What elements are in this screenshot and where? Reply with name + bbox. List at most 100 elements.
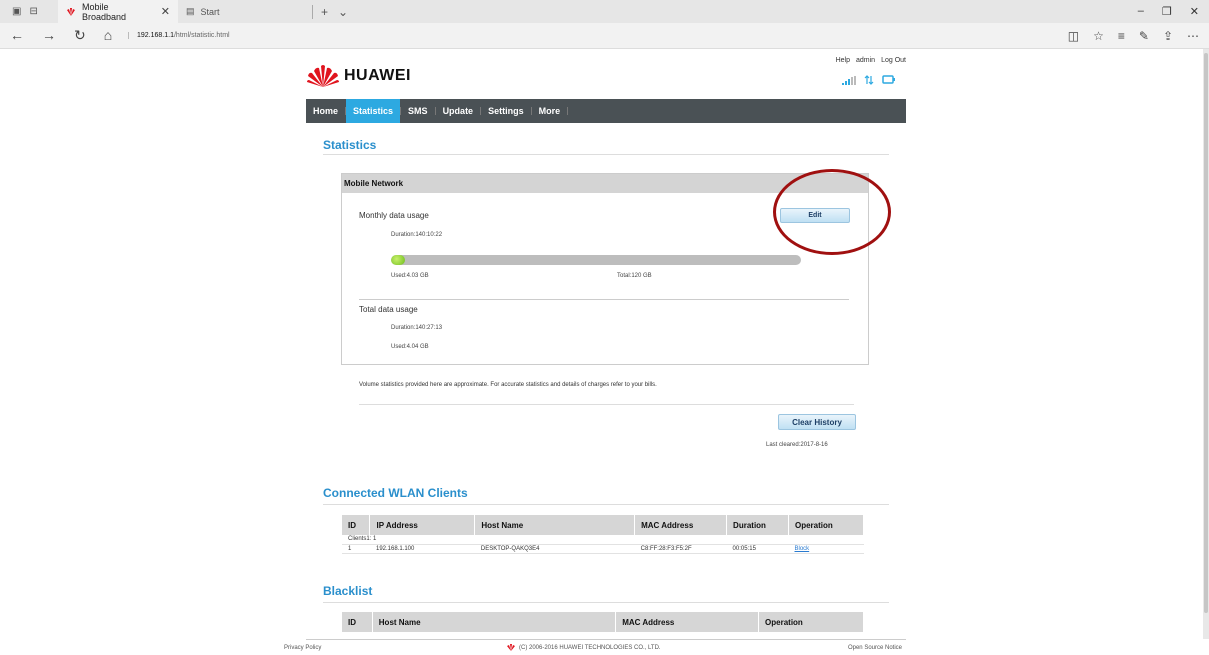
status-icons xyxy=(842,75,896,85)
pen-icon[interactable]: ✎ xyxy=(1139,29,1149,43)
start-page-icon: ▤ xyxy=(186,6,195,16)
col-mac-address: MAC Address xyxy=(615,612,760,632)
page-scrollbar[interactable] xyxy=(1203,49,1209,639)
share-icon[interactable]: ⇪ xyxy=(1163,29,1173,43)
progress-fill xyxy=(391,255,405,265)
divider xyxy=(359,404,854,405)
window-controls: – ❐ ✕ xyxy=(1138,5,1209,18)
cell-mac: C8:FF:28:F3:F5:2F xyxy=(634,544,727,554)
nav-buttons: ← → ↻ ⌂ xyxy=(0,27,128,44)
home-icon[interactable]: ⌂ xyxy=(104,27,112,44)
col-host-name: Host Name xyxy=(372,612,617,632)
monthly-used: Used:4.03 GB xyxy=(391,273,429,279)
col-mac-address: MAC Address xyxy=(634,515,728,535)
divider xyxy=(323,602,889,603)
col-operation: Operation xyxy=(788,515,864,535)
connected-device-icon xyxy=(882,75,895,84)
logout-link[interactable]: Log Out xyxy=(881,57,906,64)
cell-id: 1 xyxy=(342,544,370,554)
copyright-text: (C) 2006-2016 HUAWEI TECHNOLOGIES CO., L… xyxy=(519,644,661,651)
open-source-notice-link[interactable]: Open Source Notice xyxy=(848,645,902,651)
blacklist-table: ID Host Name MAC Address Operation xyxy=(342,612,864,632)
nav-more[interactable]: More xyxy=(532,99,568,123)
monthly-usage-label: Monthly data usage xyxy=(359,211,429,220)
signal-strength-icon xyxy=(842,76,856,85)
highlight-circle xyxy=(773,169,891,255)
monthly-usage-progress xyxy=(391,255,801,265)
total-duration: Duration:140:27:13 xyxy=(391,325,443,331)
data-transfer-icon xyxy=(864,75,874,85)
blacklist-title: Blacklist xyxy=(323,584,373,598)
nav-settings[interactable]: Settings xyxy=(481,99,531,123)
page-title: Statistics xyxy=(323,138,377,152)
huawei-logo-icon xyxy=(307,65,339,87)
total-used: Used:4.04 GB xyxy=(391,344,429,350)
chevron-down-icon[interactable]: ⌄ xyxy=(338,5,348,19)
last-cleared: Last cleared:2017-8-16 xyxy=(766,442,828,448)
divider xyxy=(323,504,889,505)
cell-duration: 00:05:15 xyxy=(726,544,789,554)
cell-ip: 192.168.1.100 xyxy=(369,544,475,554)
more-icon[interactable]: ⋯ xyxy=(1187,29,1199,43)
refresh-icon[interactable]: ↻ xyxy=(74,27,86,44)
url-host: 192.168.1.1 xyxy=(137,32,174,39)
admin-label: admin xyxy=(856,57,876,64)
total-usage-label: Total data usage xyxy=(359,305,418,314)
url-field[interactable]: 192.168.1.1/html/statistic.html xyxy=(128,32,230,39)
hub-icon[interactable]: ≡ xyxy=(1118,29,1125,43)
tab-list-icon[interactable]: ▣ xyxy=(12,6,21,17)
browser-tab-bar: ▣ ⊟ Mobile Broadband ✕ ▤ Start + ⌄ – ❐ ✕ xyxy=(0,0,1209,23)
wlan-clients-title: Connected WLAN Clients xyxy=(323,486,468,500)
back-arrow-icon[interactable]: ← xyxy=(10,27,24,44)
page-footer: Privacy Policy (C) 2006-2016 HUAWEI TECH… xyxy=(284,639,906,655)
tab-actions: ▣ ⊟ xyxy=(0,6,58,17)
huawei-small-logo-icon xyxy=(507,644,515,651)
tab-label: Mobile Broadband xyxy=(81,1,127,22)
header-links: Help admin Log Out xyxy=(836,57,906,64)
address-bar: ← → ↻ ⌂ 192.168.1.1/html/statistic.html … xyxy=(0,23,1209,49)
table-row: 1 192.168.1.100 DESKTOP-QAKQ3E4 C8:FF:28… xyxy=(342,544,864,554)
tab-start[interactable]: ▤ Start xyxy=(178,0,298,23)
divider xyxy=(323,154,889,155)
col-ip-address: IP Address xyxy=(369,515,476,535)
copyright: (C) 2006-2016 HUAWEI TECHNOLOGIES CO., L… xyxy=(506,644,661,651)
new-tab-controls: + ⌄ xyxy=(312,4,348,19)
clear-history-button[interactable]: Clear History xyxy=(778,414,856,430)
privacy-policy-link[interactable]: Privacy Policy xyxy=(284,645,321,651)
brand-name: HUAWEI xyxy=(344,67,411,84)
tab-mobile-broadband[interactable]: Mobile Broadband ✕ xyxy=(58,0,178,23)
favorite-star-icon[interactable]: ☆ xyxy=(1093,29,1104,43)
nav-separator xyxy=(567,107,569,115)
volume-note: Volume statistics provided here are appr… xyxy=(359,382,657,388)
monthly-duration: Duration:140:10:22 xyxy=(391,232,443,238)
restore-icon[interactable]: ❐ xyxy=(1162,5,1172,18)
forward-arrow-icon[interactable]: → xyxy=(42,27,56,44)
main-nav: Home Statistics SMS Update Settings More xyxy=(306,99,906,123)
block-link[interactable]: Block xyxy=(788,544,864,554)
url-path: /html/statistic.html xyxy=(173,32,230,39)
nav-sms[interactable]: SMS xyxy=(401,99,435,123)
new-tab-icon[interactable]: + xyxy=(321,5,328,19)
cell-host: DESKTOP-QAKQ3E4 xyxy=(474,544,635,554)
col-duration: Duration xyxy=(726,515,789,535)
monthly-total: Total:120 GB xyxy=(617,273,652,279)
col-operation: Operation xyxy=(758,612,864,632)
close-tab-icon[interactable]: ✕ xyxy=(161,5,170,18)
clients-count: Clients1: 1 xyxy=(342,535,864,545)
reading-view-icon[interactable]: ◫ xyxy=(1068,29,1079,43)
col-id: ID xyxy=(342,612,373,632)
panel-divider xyxy=(359,299,849,300)
scrollbar-thumb[interactable] xyxy=(1204,53,1208,613)
col-id: ID xyxy=(342,515,371,535)
browser-tools: ◫ ☆ ≡ ✎ ⇪ ⋯ xyxy=(1068,29,1209,43)
clients-count-row: Clients1: 1 xyxy=(342,535,864,545)
help-link[interactable]: Help xyxy=(836,57,850,64)
nav-update[interactable]: Update xyxy=(436,99,481,123)
close-window-icon[interactable]: ✕ xyxy=(1190,5,1199,18)
nav-statistics[interactable]: Statistics xyxy=(346,99,401,123)
minimize-icon[interactable]: – xyxy=(1138,5,1144,18)
nav-home[interactable]: Home xyxy=(306,99,345,123)
tab-label: Start xyxy=(200,6,220,17)
set-aside-tabs-icon[interactable]: ⊟ xyxy=(29,6,37,17)
wlan-clients-table: ID IP Address Host Name MAC Address Dura… xyxy=(342,515,864,554)
